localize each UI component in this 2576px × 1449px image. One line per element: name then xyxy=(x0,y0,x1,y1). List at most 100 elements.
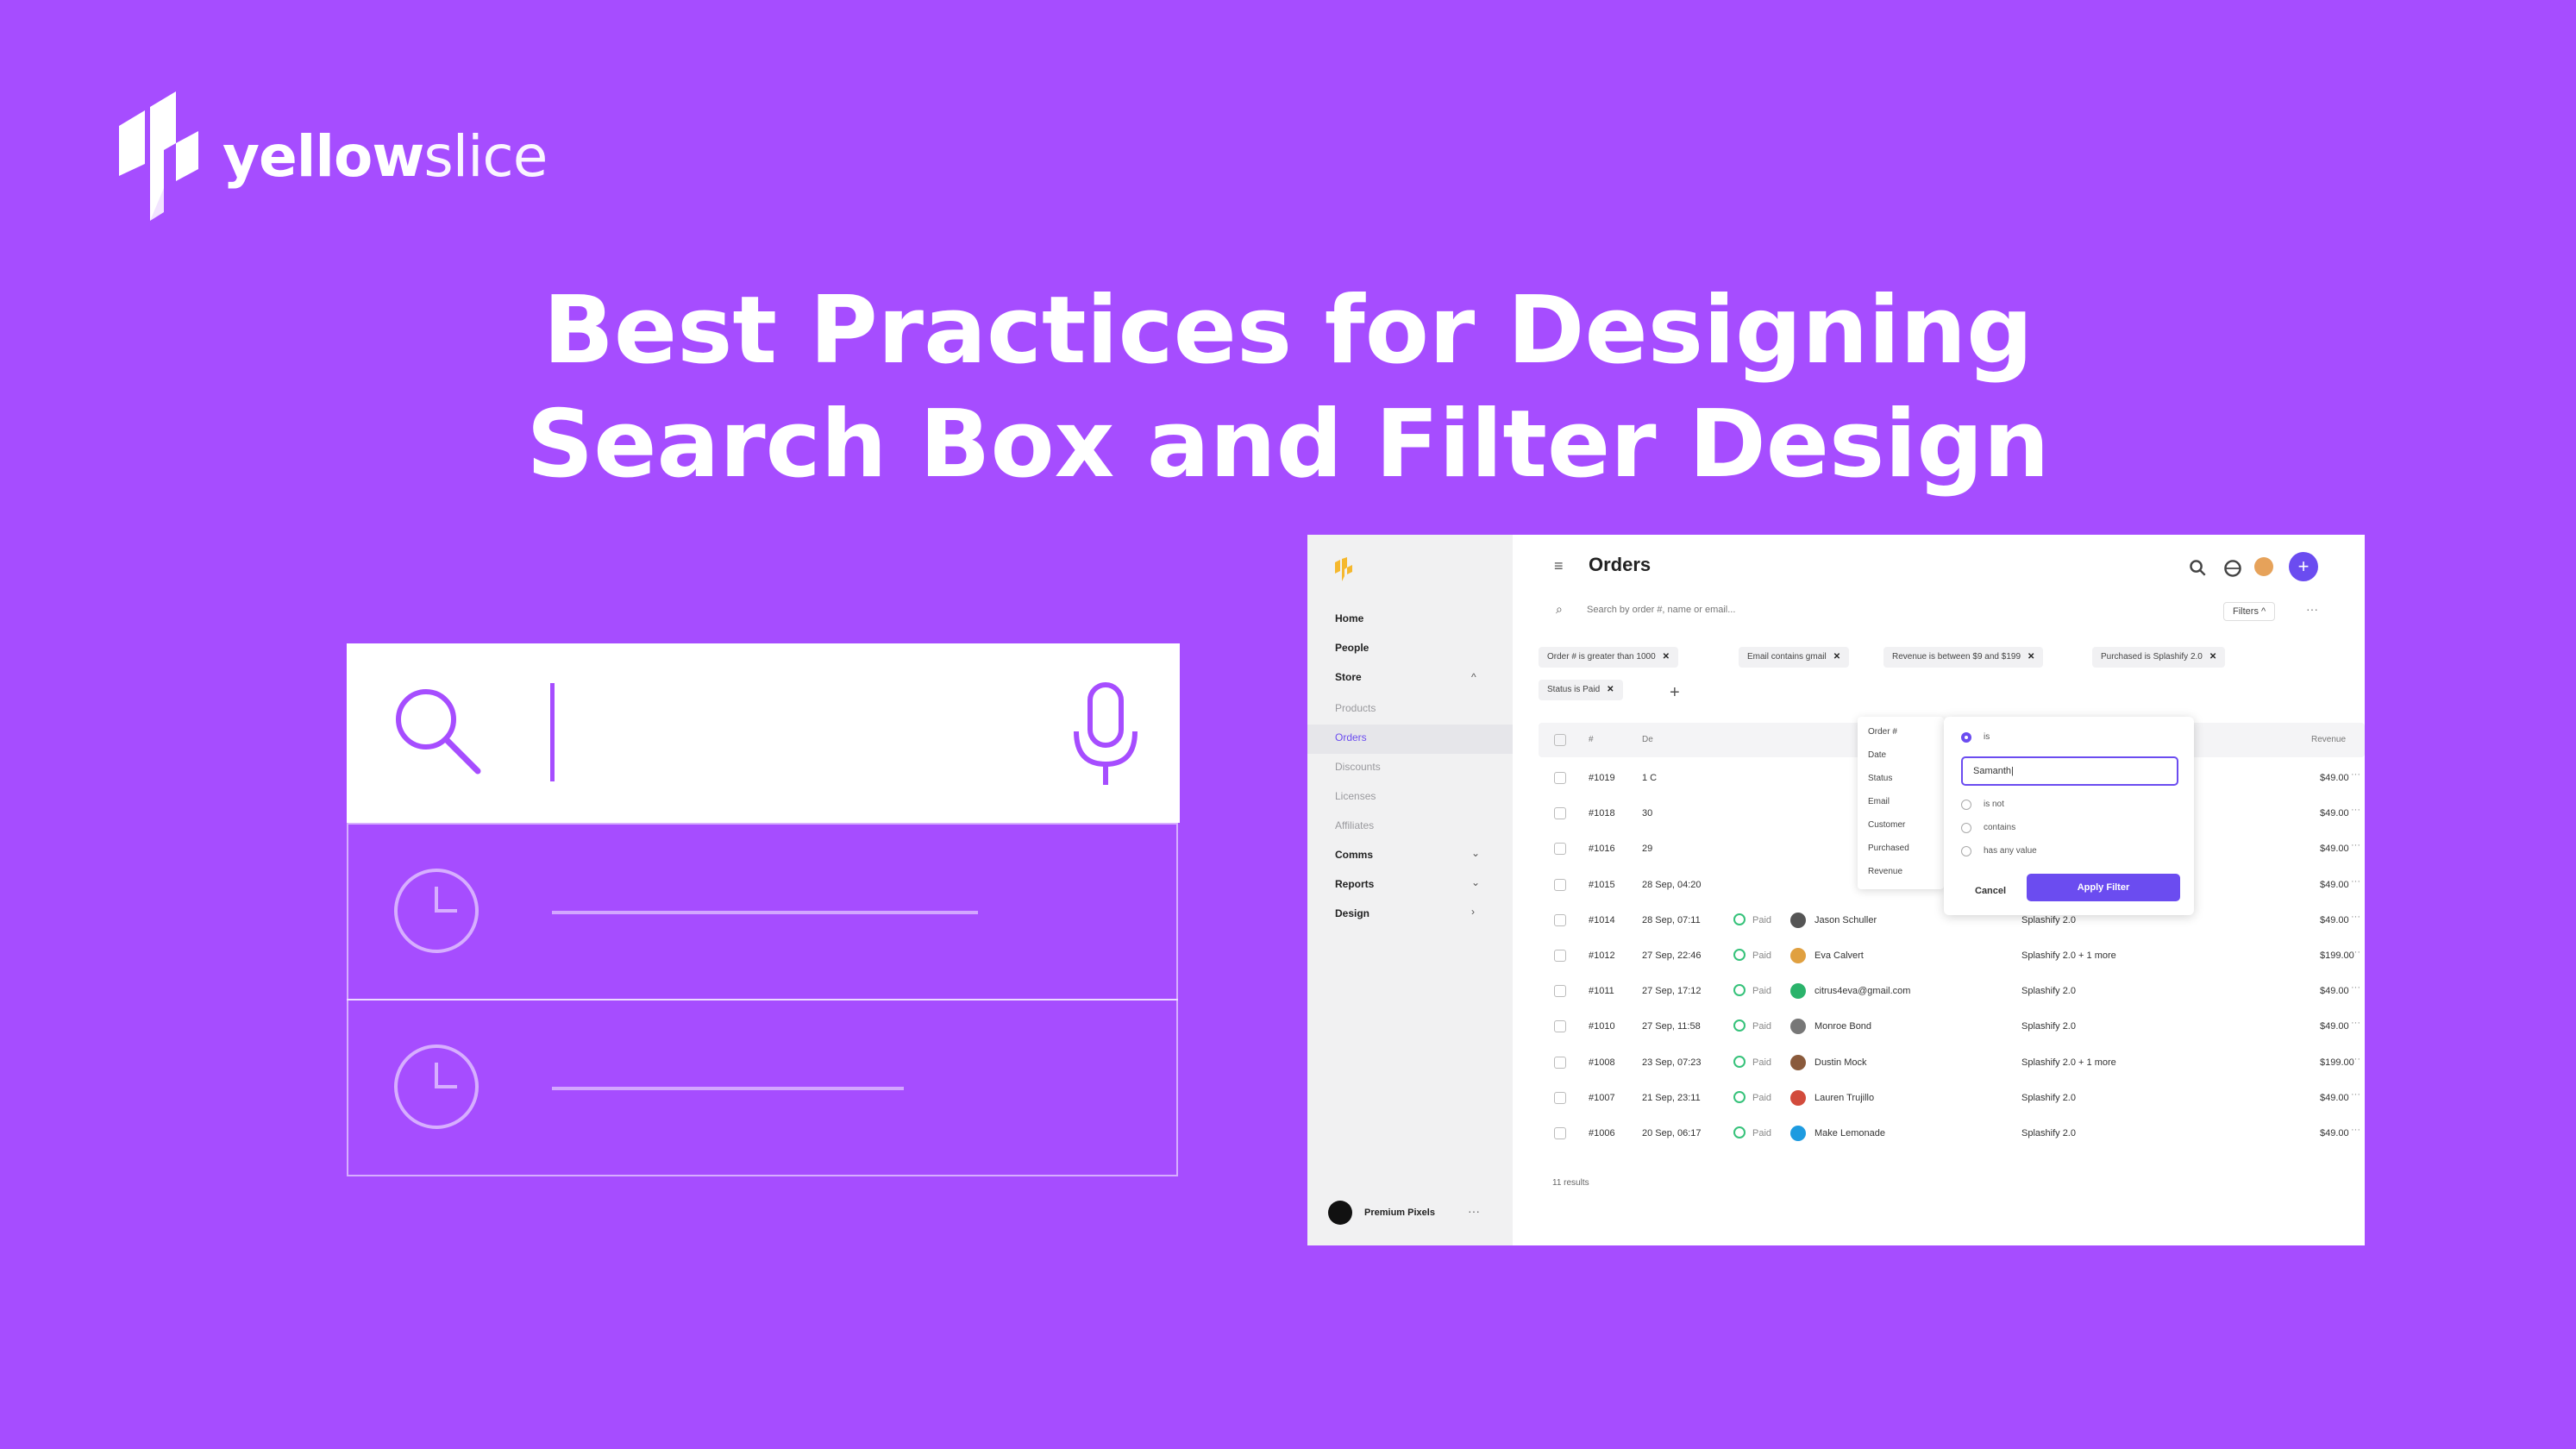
radio-is-not[interactable] xyxy=(1961,800,1971,810)
order-search-input[interactable] xyxy=(1585,600,1985,619)
table-row[interactable]: #1011 27 Sep, 17:12 Paid citrus4eva@gmail.c… xyxy=(1539,974,2365,1008)
orders-title: Orders xyxy=(1589,554,1652,575)
customer-name[interactable]: Eva Calvert xyxy=(1814,950,1864,961)
more-options-icon[interactable]: ··· xyxy=(2351,876,2360,887)
sidebar-item-licenses[interactable]: Licenses xyxy=(1335,790,1376,802)
row-checkbox[interactable] xyxy=(1554,1127,1566,1139)
menu-item-revenue[interactable]: Revenue xyxy=(1868,867,1902,876)
row-checkbox[interactable] xyxy=(1554,807,1566,820)
account-name[interactable]: Premium Pixels xyxy=(1364,1208,1435,1218)
menu-item-customer[interactable]: Customer xyxy=(1868,820,1905,830)
add-filter-icon[interactable]: + xyxy=(1670,683,1680,703)
table-row[interactable]: #1010 27 Sep, 11:58 Paid Monroe Bond Splashi… xyxy=(1539,1009,2365,1044)
row-checkbox[interactable] xyxy=(1554,878,1566,891)
filters-button[interactable]: Filters ^ xyxy=(2223,602,2276,621)
avatar[interactable] xyxy=(2254,557,2273,576)
sidebar-item-products[interactable]: Products xyxy=(1335,702,1376,714)
more-options-icon[interactable]: ··· xyxy=(2306,602,2318,616)
row-checkbox[interactable] xyxy=(1554,913,1566,926)
customer-name[interactable]: Monroe Bond xyxy=(1814,1021,1871,1032)
radio-has-any-value[interactable] xyxy=(1961,846,1971,856)
radio-contains-label: contains xyxy=(1984,823,2016,832)
sidebar-item-affiliates[interactable]: Affiliates xyxy=(1335,819,1374,831)
row-checkbox[interactable] xyxy=(1554,1020,1566,1033)
row-checkbox[interactable] xyxy=(1554,843,1566,856)
chevron-down-icon[interactable]: ⌄ xyxy=(1471,876,1480,888)
sidebar-item-orders[interactable]: Orders xyxy=(1335,731,1367,743)
sidebar-item-design[interactable]: Design xyxy=(1335,907,1369,919)
customer-name[interactable]: citrus4eva@gmail.com xyxy=(1814,986,1910,996)
table-row[interactable]: #1006 20 Sep, 06:17 Paid Make Lemonade Splas… xyxy=(1539,1116,2365,1151)
revenue-value: $49.00 xyxy=(2320,808,2349,819)
table-row[interactable]: #1012 27 Sep, 22:46 Paid Eva Calvert Splashi… xyxy=(1539,938,2365,973)
more-options-icon[interactable]: ··· xyxy=(2351,805,2360,815)
chevron-right-icon[interactable]: › xyxy=(1471,906,1475,918)
more-options-icon[interactable]: ··· xyxy=(1468,1204,1480,1218)
filter-chip[interactable]: Status is Paid ✕ xyxy=(1539,680,1623,700)
more-options-icon[interactable]: ··· xyxy=(2351,769,2360,780)
menu-item-status[interactable]: Status xyxy=(1868,774,1892,783)
sidebar-item-reports[interactable]: Reports xyxy=(1335,878,1374,890)
recent-search-row[interactable] xyxy=(347,999,1178,1176)
globe-icon[interactable] xyxy=(2223,559,2242,578)
sidebar: Home People Store ^ Products Orders Disc… xyxy=(1307,535,1513,1245)
customer-name[interactable]: Dustin Mock xyxy=(1814,1057,1867,1068)
sidebar-item-home[interactable]: Home xyxy=(1335,612,1363,624)
avatar[interactable] xyxy=(1328,1201,1352,1225)
column-header-number[interactable]: # xyxy=(1589,735,1594,744)
more-options-icon[interactable]: ··· xyxy=(2351,912,2360,922)
add-button[interactable]: + xyxy=(2289,552,2318,581)
select-all-checkbox[interactable] xyxy=(1554,734,1566,746)
sidebar-item-store[interactable]: Store xyxy=(1335,671,1362,683)
column-header-date[interactable]: De xyxy=(1642,735,1653,744)
row-checkbox[interactable] xyxy=(1554,772,1566,784)
more-options-icon[interactable]: ··· xyxy=(2351,1054,2360,1064)
check-circle-icon xyxy=(1733,1090,1746,1103)
order-date: 20 Sep, 06:17 xyxy=(1642,1128,1702,1138)
radio-is[interactable] xyxy=(1961,732,1971,743)
sidebar-item-people[interactable]: People xyxy=(1335,642,1369,654)
menu-item-email[interactable]: Email xyxy=(1868,797,1890,806)
row-checkbox[interactable] xyxy=(1554,950,1566,962)
row-checkbox[interactable] xyxy=(1554,1056,1566,1069)
more-options-icon[interactable]: ··· xyxy=(2351,982,2360,993)
status-badge: Paid xyxy=(1752,986,1772,997)
microphone-icon[interactable] xyxy=(1071,681,1140,788)
more-options-icon[interactable]: ··· xyxy=(2351,840,2360,850)
radio-contains[interactable] xyxy=(1961,823,1971,833)
row-checkbox[interactable] xyxy=(1554,1091,1566,1104)
more-options-icon[interactable]: ··· xyxy=(2351,947,2360,957)
filter-chip[interactable]: Email contains gmail ✕ xyxy=(1739,647,1850,668)
customer-name[interactable]: Lauren Trujillo xyxy=(1814,1093,1874,1103)
customer-name[interactable]: Make Lemonade xyxy=(1814,1128,1885,1138)
menu-item-order[interactable]: Order # xyxy=(1868,727,1897,737)
more-options-icon[interactable]: ··· xyxy=(2351,1018,2360,1028)
row-checkbox[interactable] xyxy=(1554,985,1566,998)
search-icon[interactable] xyxy=(2189,559,2208,578)
recent-search-row[interactable] xyxy=(347,823,1178,1000)
table-row[interactable]: #1007 21 Sep, 23:11 Paid Lauren Trujillo Spl… xyxy=(1539,1081,2365,1115)
cancel-button[interactable]: Cancel xyxy=(1975,886,2006,896)
table-row[interactable]: #1008 23 Sep, 07:23 Paid Dustin Mock Splashi… xyxy=(1539,1045,2365,1080)
more-options-icon[interactable]: ··· xyxy=(2351,1125,2360,1135)
filter-chip[interactable]: Revenue is between $9 and $199 ✕ xyxy=(1883,647,2044,668)
sidebar-item-discounts[interactable]: Discounts xyxy=(1335,761,1381,773)
sidebar-item-comms[interactable]: Comms xyxy=(1335,849,1373,861)
menu-item-purchased[interactable]: Purchased xyxy=(1868,844,1909,853)
filter-chip[interactable]: Order # is greater than 1000 ✕ xyxy=(1539,647,1679,668)
column-header-revenue[interactable]: Revenue xyxy=(2311,735,2346,744)
more-options-icon[interactable]: ··· xyxy=(2351,1089,2360,1100)
order-date: 27 Sep, 22:46 xyxy=(1642,950,1702,961)
order-number: #1019 xyxy=(1589,773,1615,783)
recent-search-text-placeholder xyxy=(552,1087,904,1090)
search-bar[interactable] xyxy=(347,643,1180,823)
chevron-up-icon[interactable]: ^ xyxy=(1471,671,1476,683)
menu-icon[interactable]: ≡ xyxy=(1554,557,1564,575)
filter-chip[interactable]: Purchased is Splashify 2.0 ✕ xyxy=(2092,647,2226,668)
check-circle-icon xyxy=(1733,949,1746,961)
customer-name[interactable]: Jason Schuller xyxy=(1814,915,1877,925)
menu-item-date[interactable]: Date xyxy=(1868,750,1886,760)
apply-filter-button[interactable]: Apply Filter xyxy=(2027,874,2180,901)
filter-value-input[interactable]: Samanth| xyxy=(1961,756,2178,786)
chevron-down-icon[interactable]: ⌄ xyxy=(1471,847,1480,859)
